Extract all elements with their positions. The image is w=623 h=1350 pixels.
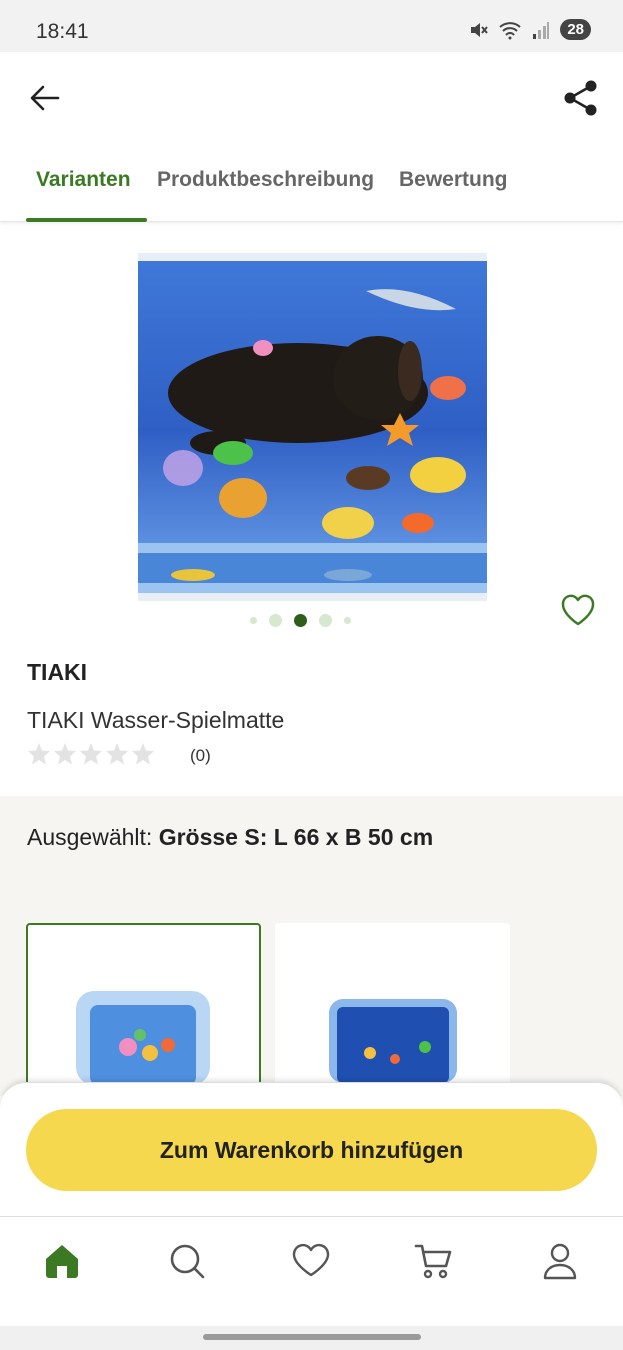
- product-name: TIAKI Wasser-Spielmatte: [27, 707, 285, 733]
- product-photo: [138, 253, 487, 601]
- star-icon: [106, 743, 128, 765]
- star-icon: [28, 743, 50, 765]
- active-tab-indicator: [26, 218, 147, 222]
- star-icon: [80, 743, 102, 765]
- search-icon: [170, 1244, 205, 1279]
- battery-badge: 28: [560, 19, 591, 40]
- nav-profile[interactable]: [540, 1241, 580, 1281]
- heart-outline-icon: [561, 594, 595, 626]
- rating-count: (0): [190, 746, 211, 765]
- profile-icon: [543, 1243, 577, 1280]
- back-button[interactable]: [26, 78, 66, 118]
- favorite-button[interactable]: [558, 590, 598, 630]
- status-time: 18:41: [36, 20, 89, 43]
- share-button[interactable]: [561, 78, 601, 118]
- tab-bar: Varianten Produktbeschreibung Bewertung: [0, 142, 623, 222]
- home-icon: [46, 1245, 78, 1278]
- selected-variant-value: Grösse S: L 66 x B 50 cm: [158, 824, 434, 850]
- gesture-area: [0, 1326, 623, 1350]
- add-to-cart-button[interactable]: Zum Warenkorb hinzufügen: [26, 1109, 597, 1191]
- gesture-bar[interactable]: [203, 1334, 421, 1340]
- bottom-navigation: [0, 1216, 623, 1326]
- tab-bewertung[interactable]: Bewertung: [399, 168, 508, 192]
- selected-variant-label: Ausgewählt:: [27, 824, 153, 850]
- pagination-dot: [250, 617, 257, 624]
- tab-produktbeschreibung[interactable]: Produktbeschreibung: [157, 168, 374, 192]
- cart-icon: [414, 1244, 452, 1279]
- pagination-dot: [344, 617, 351, 624]
- share-icon: [564, 80, 597, 116]
- status-icons: 28: [468, 19, 591, 40]
- pagination-dot: [269, 614, 282, 627]
- tab-varianten[interactable]: Varianten: [36, 168, 131, 192]
- pagination-dot: [319, 614, 332, 627]
- status-bar: 18:41 28: [0, 0, 623, 52]
- app-bar: [0, 52, 623, 142]
- rating-stars[interactable]: [27, 742, 155, 766]
- heart-icon: [292, 1243, 330, 1277]
- product-image[interactable]: [138, 253, 487, 601]
- selected-variant: Ausgewählt: Grösse S: L 66 x B 50 cm: [27, 824, 433, 851]
- variant-thumbnail: [329, 999, 457, 1083]
- pagination-dot-active: [294, 614, 307, 627]
- arrow-left-icon: [30, 85, 60, 111]
- variant-thumbnail: [76, 991, 210, 1085]
- product-brand[interactable]: TIAKI: [27, 659, 87, 686]
- nav-home[interactable]: [42, 1241, 82, 1281]
- signal-icon: [533, 21, 550, 39]
- add-to-cart-sheet: Zum Warenkorb hinzufügen: [0, 1082, 623, 1216]
- variant-section: Ausgewählt: Grösse S: L 66 x B 50 cm: [0, 796, 623, 1123]
- wifi-icon: [499, 21, 521, 39]
- star-icon: [132, 743, 154, 765]
- image-pagination: [250, 614, 351, 627]
- nav-search[interactable]: [167, 1241, 207, 1281]
- star-icon: [54, 743, 76, 765]
- nav-cart[interactable]: [414, 1241, 454, 1281]
- mute-icon: [471, 22, 489, 37]
- nav-favorites[interactable]: [291, 1241, 331, 1281]
